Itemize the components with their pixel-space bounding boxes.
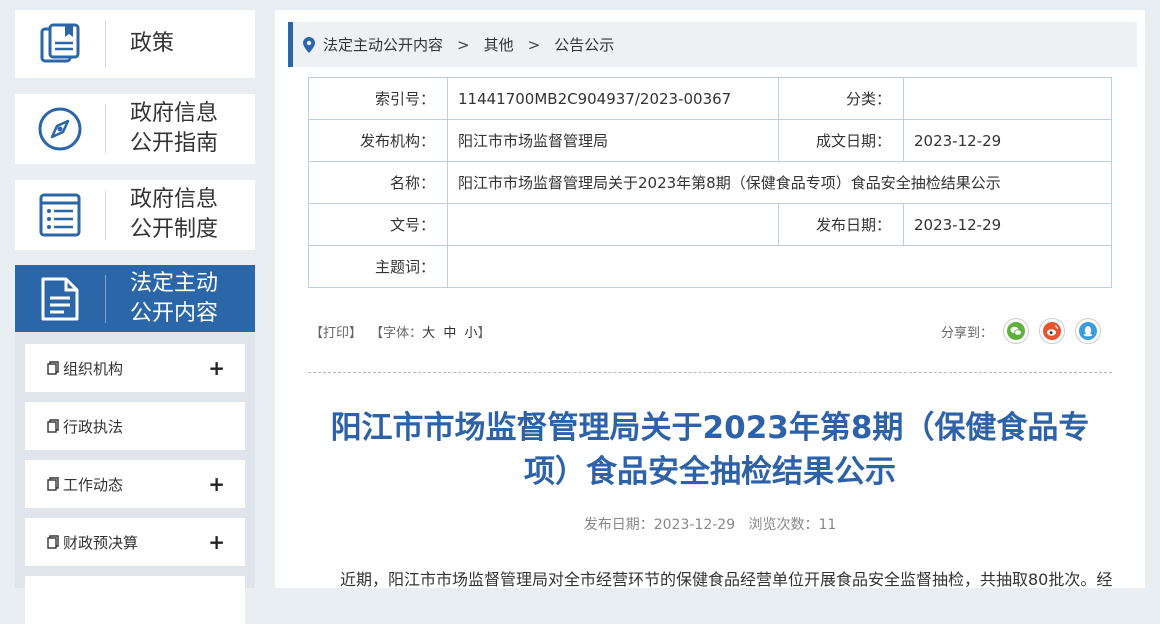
- divider: [308, 372, 1112, 373]
- article-pub-info: 发布日期：2023-12-29 浏览次数：11: [583, 517, 837, 533]
- share-label: 分享到：: [941, 325, 994, 341]
- pub-date-value: 2023-12-29: [903, 203, 1112, 246]
- sub-nav-label: 行政执法: [63, 417, 124, 436]
- document-icon: [15, 276, 105, 322]
- article-tools: 【打印】 【字体：大 中 小】: [310, 322, 495, 341]
- sub-nav-item-organization[interactable]: 组织机构 +: [25, 344, 245, 392]
- index-label: 索引号：: [308, 77, 448, 120]
- sidebar-card-label: 法定主动 公开内容: [130, 270, 219, 326]
- qq-share-button[interactable]: [1075, 318, 1102, 344]
- breadcrumb-link-announcements[interactable]: 公告公示: [554, 34, 614, 55]
- breadcrumb-link-public-content[interactable]: 法定主动公开内容: [323, 34, 443, 55]
- article-title: 阳江市市场监督管理局关于2023年第8期（保健食品专 项）食品安全抽检结果公示: [308, 406, 1112, 494]
- expand-icon[interactable]: +: [208, 530, 225, 554]
- font-size-prefix: 【字体：: [370, 326, 423, 341]
- file-icon: [47, 419, 59, 433]
- breadcrumb-separator: >: [527, 35, 541, 54]
- font-size-suffix: 】: [477, 326, 491, 341]
- sub-nav-item-next[interactable]: [25, 576, 245, 624]
- compass-icon: [15, 106, 105, 152]
- pub-date-label: 发布日期：: [778, 203, 904, 246]
- name-label: 名称：: [308, 161, 448, 204]
- sidebar-card-public-content[interactable]: 法定主动 公开内容: [15, 265, 255, 332]
- weibo-icon: [1043, 322, 1062, 340]
- index-value: 11441700MB2C904937/2023-00367: [447, 77, 779, 120]
- share-bar: 分享到：: [941, 318, 1102, 344]
- sidebar-card-policy[interactable]: 政策: [15, 10, 255, 78]
- sidebar-card-label: 政策: [130, 31, 175, 56]
- print-button[interactable]: 【打印】: [310, 326, 362, 341]
- article-body: 近期，阳江市市场监督管理局对全市经营环节的保健食品经营单位开展食品安全监督抽检，…: [340, 570, 1113, 589]
- article-title-line-1: 阳江市市场监督管理局关于2023年第8期（保健食品专: [330, 410, 1090, 446]
- sub-nav-item-law-enforcement[interactable]: 行政执法: [25, 402, 245, 450]
- main-content: 法定主动公开内容 > 其他 > 公告公示 索引号： 11441700MB2C90…: [275, 10, 1145, 589]
- article-title-line-2: 项）食品安全抽检结果公示: [524, 454, 896, 490]
- sub-nav-label: 财政预决算: [63, 533, 139, 552]
- policy-book-icon: [15, 23, 105, 65]
- expand-icon[interactable]: +: [208, 472, 225, 496]
- file-icon: [47, 535, 59, 549]
- sidebar-card-system[interactable]: 政府信息 公开制度: [15, 180, 255, 250]
- written-date-label: 成文日期：: [778, 119, 904, 162]
- file-icon: [47, 477, 59, 491]
- category-value: [903, 77, 1112, 120]
- file-icon: [47, 361, 59, 375]
- expand-icon[interactable]: +: [208, 356, 225, 380]
- font-size-medium-button[interactable]: 中: [443, 326, 456, 341]
- sidebar-card-guide[interactable]: 政府信息 公开指南: [15, 94, 255, 164]
- category-label: 分类：: [778, 77, 904, 120]
- keywords-label: 主题词：: [308, 245, 448, 288]
- publisher-label: 发布机构：: [308, 119, 448, 162]
- sidebar-card-label: 政府信息 公开指南: [130, 101, 219, 156]
- list-document-icon: [15, 192, 105, 238]
- sub-nav-item-budget[interactable]: 财政预决算 +: [25, 518, 245, 566]
- breadcrumb-separator: >: [457, 35, 470, 54]
- breadcrumb-link-other[interactable]: 其他: [484, 34, 514, 55]
- sub-nav-panel: 组织机构 + 行政执法 工作动态 + 财政预决算 +: [15, 332, 255, 624]
- location-pin-icon: [303, 36, 315, 53]
- name-value: 阳江市市场监督管理局关于2023年第8期（保健食品专项）食品安全抽检结果公示: [447, 161, 1112, 204]
- document-meta-table: 索引号： 11441700MB2C904937/2023-00367 分类： 发…: [308, 77, 1112, 288]
- qq-icon: [1079, 322, 1098, 340]
- breadcrumb: 法定主动公开内容 > 其他 > 公告公示: [288, 22, 1137, 67]
- sidebar-card-label: 政府信息 公开制度: [130, 187, 219, 242]
- docno-label: 文号：: [308, 203, 448, 246]
- wechat-share-button[interactable]: [1003, 318, 1030, 344]
- font-size-large-button[interactable]: 大: [422, 326, 435, 341]
- wechat-icon: [1007, 322, 1026, 340]
- font-size-small-button[interactable]: 小: [464, 326, 477, 341]
- sub-nav-label: 组织机构: [63, 359, 124, 378]
- sub-nav-label: 工作动态: [63, 475, 124, 494]
- sub-nav-item-work-news[interactable]: 工作动态 +: [25, 460, 245, 508]
- docno-value: [447, 203, 779, 246]
- written-date-value: 2023-12-29: [903, 119, 1112, 162]
- weibo-share-button[interactable]: [1039, 318, 1066, 344]
- keywords-value: [447, 245, 1112, 288]
- publisher-value: 阳江市市场监督管理局: [447, 119, 779, 162]
